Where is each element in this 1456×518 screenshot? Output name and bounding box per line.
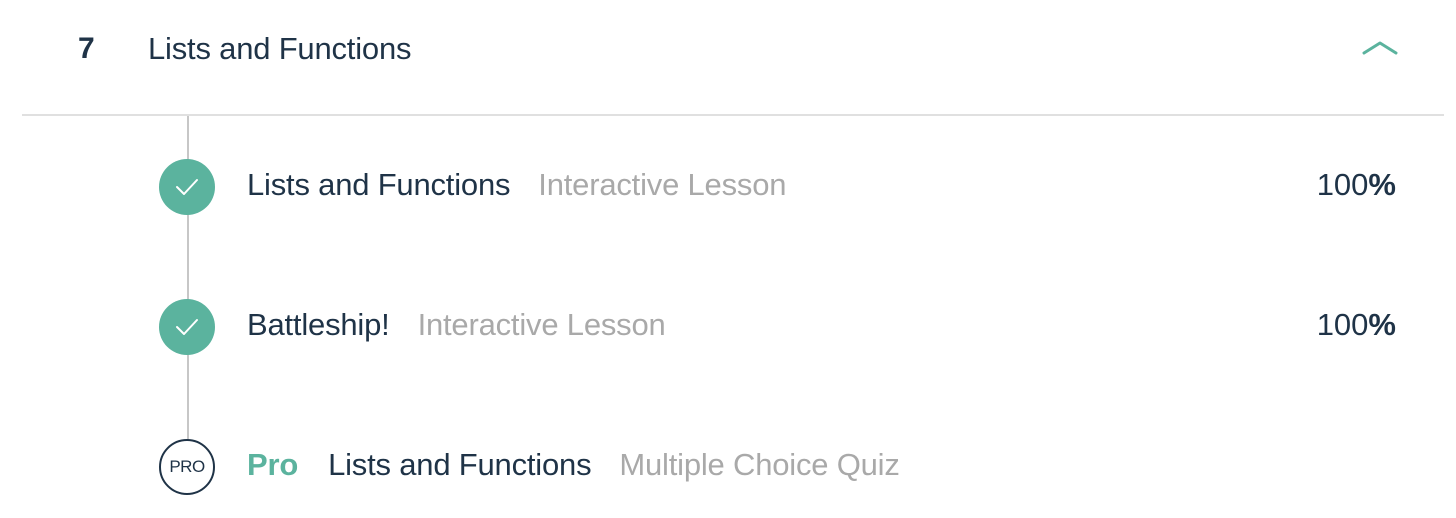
quiz-title: Lists and Functions	[328, 447, 592, 482]
progress-value: 100	[1316, 307, 1369, 342]
lesson-row[interactable]: Battleship! Interactive Lesson 100%	[0, 287, 1456, 367]
progress-unit: %	[1368, 307, 1396, 342]
lesson-title: Battleship!	[247, 307, 390, 342]
lesson-row[interactable]: Lists and Functions Interactive Lesson 10…	[0, 147, 1456, 227]
progress-value: 100	[1316, 167, 1369, 202]
progress-percent: 100%	[1317, 167, 1396, 203]
progress-unit: %	[1368, 167, 1396, 202]
lesson-title: Lists and Functions	[247, 167, 511, 202]
check-icon	[159, 299, 215, 355]
unit-header[interactable]: 7 Lists and Functions	[22, 0, 1444, 116]
check-icon	[159, 159, 215, 215]
chevron-up-icon[interactable]	[1360, 32, 1400, 62]
progress-percent: 100%	[1317, 307, 1396, 343]
pro-badge-icon: PRO	[159, 439, 215, 495]
lesson-type: Interactive Lesson	[538, 167, 787, 202]
lesson-text: Lists and Functions Interactive Lesson	[247, 167, 786, 203]
quiz-text: Pro Lists and Functions Multiple Choice Qu…	[247, 447, 900, 483]
quiz-type: Multiple Choice Quiz	[619, 447, 900, 482]
quiz-row[interactable]: PRO Pro Lists and Functions Multiple Choic…	[0, 427, 1456, 507]
unit-title: Lists and Functions	[148, 31, 412, 66]
lesson-text: Battleship! Interactive Lesson	[247, 307, 666, 343]
pro-label: Pro	[247, 447, 299, 482]
unit-number: 7	[78, 32, 95, 65]
lesson-type: Interactive Lesson	[417, 307, 666, 342]
